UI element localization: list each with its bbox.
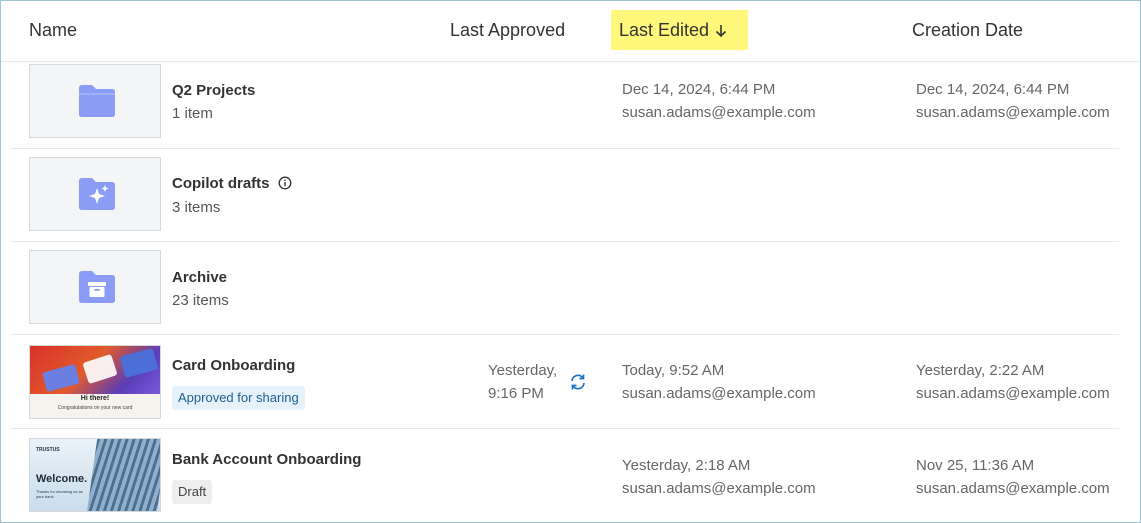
item-title-text: Copilot drafts (172, 175, 270, 192)
column-header-last-edited-label: Last Edited (619, 20, 710, 40)
last-edited-date: Today, 9:52 AM (622, 362, 725, 379)
folder-thumbnail[interactable] (29, 250, 161, 324)
thumbnail-brand: TRUSTUS (36, 447, 60, 453)
last-approved-time: 9:16 PM (488, 385, 544, 402)
folder-thumbnail[interactable] (29, 157, 161, 231)
item-title[interactable]: Bank Account Onboarding (172, 451, 361, 468)
column-header-last-edited[interactable]: Last Edited (611, 10, 748, 50)
sync-icon[interactable] (568, 372, 588, 397)
thumbnail-heading: Hi there! (80, 395, 110, 402)
created-by: susan.adams@example.com (916, 385, 1110, 402)
item-title[interactable]: Q2 Projects (172, 82, 255, 99)
item-title[interactable]: Card Onboarding (172, 357, 295, 374)
item-count: 3 items (172, 199, 221, 216)
card-onboarding-thumbnail[interactable]: Hi there! Congratulations on your new ca… (29, 345, 161, 419)
sparkle-folder-icon (79, 178, 115, 210)
item-count: 1 item (172, 105, 213, 122)
last-edited-by: susan.adams@example.com (622, 480, 816, 497)
sort-descending-icon (715, 12, 727, 52)
column-header-name[interactable]: Name (29, 10, 77, 50)
thumbnail-heading: Welcome. (36, 473, 88, 485)
last-edited-by: susan.adams@example.com (622, 104, 816, 121)
column-header-creation-date[interactable]: Creation Date (912, 10, 1023, 50)
last-approved-date: Yesterday, (488, 362, 558, 379)
file-list: Name Last Approved Last Edited Creation … (0, 0, 1141, 523)
created-by: susan.adams@example.com (916, 480, 1110, 497)
thumbnail-subtext: Congratulations on your new card (57, 405, 133, 411)
last-edited-by: susan.adams@example.com (622, 385, 816, 402)
created-by: susan.adams@example.com (916, 104, 1110, 121)
creation-date: Nov 25, 11:36 AM (916, 457, 1035, 474)
folder-icon (79, 85, 115, 117)
table-row[interactable]: TRUSTUS Welcome. Thanks for choosing us … (11, 429, 1119, 522)
table-row[interactable]: Archive 23 items (11, 242, 1119, 335)
thumbnail-subtext: Thanks for choosing us as your bank (36, 489, 83, 499)
creation-date: Yesterday, 2:22 AM (916, 362, 1045, 379)
table-row[interactable]: Copilot drafts 3 items (11, 149, 1119, 242)
item-count: 23 items (172, 292, 229, 309)
folder-thumbnail[interactable] (29, 64, 161, 138)
item-title[interactable]: Archive (172, 269, 227, 286)
column-header-last-approved[interactable]: Last Approved (450, 10, 565, 50)
archive-folder-icon (79, 271, 115, 303)
item-title[interactable]: Copilot drafts (172, 175, 292, 194)
last-edited-date: Dec 14, 2024, 6:44 PM (622, 81, 776, 98)
last-edited-date: Yesterday, 2:18 AM (622, 457, 751, 474)
creation-date: Dec 14, 2024, 6:44 PM (916, 81, 1070, 98)
status-badge: Draft (172, 480, 213, 504)
bank-onboarding-thumbnail[interactable]: TRUSTUS Welcome. Thanks for choosing us … (29, 438, 161, 512)
building-image (86, 439, 160, 511)
status-badge: Approved for sharing (172, 386, 305, 410)
table-header: Name Last Approved Last Edited Creation … (1, 1, 1140, 62)
info-icon[interactable] (278, 176, 292, 194)
table-row[interactable]: Hi there! Congratulations on your new ca… (11, 335, 1119, 429)
table-row[interactable]: Q2 Projects 1 item Dec 14, 2024, 6:44 PM… (11, 62, 1119, 149)
